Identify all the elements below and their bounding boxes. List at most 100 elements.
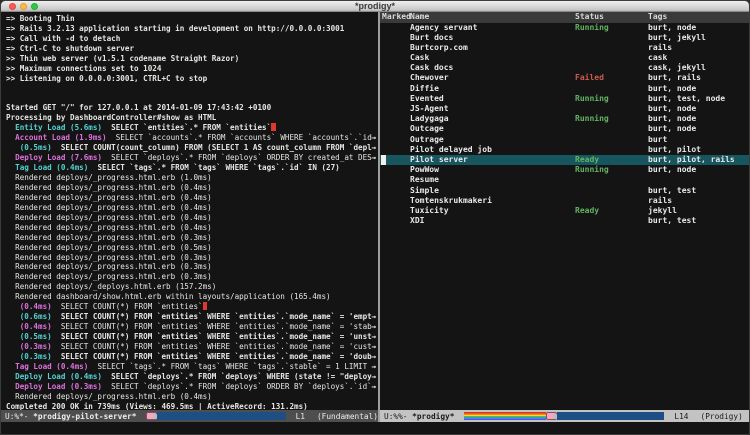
- modeline-flags: U:%*-: [5, 412, 33, 421]
- service-row[interactable]: Outcageburt, node: [380, 124, 749, 134]
- service-row[interactable]: Simple burt, test: [380, 186, 749, 196]
- service-row[interactable]: ChewoverFailedburt, rails: [380, 73, 749, 83]
- rails-log-buffer[interactable]: => Booting Thin=> Rails 3.2.13 applicati…: [1, 12, 378, 410]
- emacs-cursor: [381, 155, 386, 165]
- log-line: (0.4ms) SELECT COUNT(*) FROM `entities`: [6, 302, 378, 312]
- service-name: Tomtenskrukmakeri: [410, 196, 575, 206]
- log-text: Processing by DashboardController#show a…: [6, 113, 216, 122]
- header-marked: Marked: [382, 12, 410, 23]
- service-name: PowWow: [410, 165, 575, 175]
- right-modeline: U:%%- *prodigy* L14 (Prodigy): [380, 410, 749, 422]
- service-row[interactable]: EventedRunningburt, test, node: [380, 94, 749, 104]
- log-text: => Booting Thin: [6, 14, 75, 23]
- truncation-arrow-icon: →: [371, 312, 376, 322]
- log-text: SELECT `tags`.* FROM `tags` WHERE `tags`…: [88, 163, 339, 172]
- nyan-cat-icon: [546, 412, 557, 420]
- service-status: [575, 145, 648, 155]
- log-text: Account Load (1.9ms): [6, 133, 107, 142]
- service-row[interactable]: XDIburt, test: [380, 216, 749, 226]
- log-text: SELECT `deploys`.* FROM `deploys` ORDER …: [102, 382, 372, 391]
- truncation-arrow-icon: →: [371, 322, 376, 332]
- log-text: SELECT `accounts`.* FROM `accounts` WHER…: [107, 133, 372, 142]
- log-text: (0.5ms): [6, 332, 52, 341]
- log-text: SELECT `deploys`.* FROM `deploys` WHERE …: [102, 372, 372, 381]
- service-row[interactable]: Tomtenskrukmakerirails: [380, 196, 749, 206]
- prodigy-buffer[interactable]: Marked Name Status Tags Agency servantRu…: [380, 12, 749, 410]
- frame-split: => Booting Thin=> Rails 3.2.13 applicati…: [1, 12, 749, 422]
- service-name: Simple: [410, 186, 575, 196]
- service-tags: burt, test: [648, 216, 749, 226]
- log-text: Rendered deploys/_deploys.html.erb (157.…: [6, 282, 216, 291]
- log-text: Rendered deploys/_progress.html.erb (0.4…: [6, 183, 212, 192]
- log-line: (0.3ms) SELECT COUNT(*) FROM `entities` …: [6, 352, 378, 362]
- service-status: [575, 186, 648, 196]
- log-text: Rendered deploys/_progress.html.erb (0.4…: [6, 392, 212, 401]
- modeline-line-number: L1: [296, 412, 305, 421]
- service-name: Pilot delayed job: [410, 145, 575, 155]
- log-text: Rendered deploys/_progress.html.erb (0.4…: [6, 213, 212, 222]
- modeline-major-mode[interactable]: (Fundamental): [317, 412, 378, 421]
- truncation-arrow-icon: →: [371, 352, 376, 362]
- log-line: Rendered dashboard/show.html.erb within …: [6, 292, 378, 302]
- service-row[interactable]: Cask docscask, jekyll: [380, 63, 749, 73]
- service-row[interactable]: Outrageburt: [380, 135, 749, 145]
- service-row[interactable]: Burt docs burt, jekyll: [380, 33, 749, 43]
- nyan-trail: [157, 412, 285, 420]
- log-line: Rendered deploys/_progress.html.erb (0.4…: [6, 183, 378, 193]
- log-text: Rendered deploys/_progress.html.erb (0.3…: [6, 253, 212, 262]
- service-tags: burt, test, node: [648, 94, 749, 104]
- window-title: *prodigy*: [1, 1, 749, 12]
- log-text: => Call with -d to detach: [6, 34, 120, 43]
- log-line: [6, 94, 378, 104]
- truncation-arrow-icon: →: [371, 382, 376, 392]
- service-tags: burt, pilot: [648, 145, 749, 155]
- service-name: Burt docs: [410, 33, 575, 43]
- modeline-buffer-name[interactable]: *prodigy-pilot-server*: [33, 412, 136, 421]
- log-text: Rendered deploys/_progress.html.erb (0.4…: [6, 203, 212, 212]
- service-row[interactable]: TuxicityReadyjekyll: [380, 206, 749, 216]
- log-lines: => Booting Thin=> Rails 3.2.13 applicati…: [1, 12, 378, 410]
- service-status: [575, 175, 648, 185]
- service-row[interactable]: PowWowRunningburt, node: [380, 165, 749, 175]
- nyan-mode-bar: [464, 412, 664, 420]
- service-tags: burt, node: [648, 114, 749, 124]
- truncation-arrow-icon: →: [371, 372, 376, 382]
- service-row[interactable]: Burtcorp.comrails: [380, 43, 749, 53]
- service-row[interactable]: JS-Agentburt, node: [380, 104, 749, 114]
- service-status: [575, 135, 648, 145]
- service-tags: burt, jekyll: [648, 33, 749, 43]
- service-name: Evented: [410, 94, 575, 104]
- modeline-buffer-name[interactable]: *prodigy*: [412, 412, 454, 421]
- log-line: (0.3ms) SELECT COUNT(*) FROM `entities` …: [6, 342, 378, 352]
- log-line: Tag Load (0.4ms) SELECT `tags`.* FROM `t…: [6, 163, 378, 173]
- log-text: Rendered deploys/_progress.html.erb (0.3…: [6, 233, 212, 242]
- echo-area[interactable]: [1, 422, 749, 435]
- modeline-line-number: L14: [674, 412, 688, 421]
- log-line: => Booting Thin: [6, 14, 378, 24]
- truncation-arrow-icon: →: [371, 362, 376, 372]
- service-row[interactable]: Pilot delayed job burt, pilot: [380, 145, 749, 155]
- service-row[interactable]: Diffieburt, node: [380, 84, 749, 94]
- trailing-whitespace-marker: [271, 123, 276, 131]
- log-text: Tag Load (0.4ms): [6, 362, 88, 371]
- log-text: Deploy Load (7.6ms): [6, 153, 102, 162]
- service-tags: jekyll: [648, 206, 749, 216]
- service-row[interactable]: Pilot serverReadyburt, pilot, rails: [380, 155, 749, 165]
- log-text: (0.3ms): [6, 342, 52, 351]
- service-name: Agency servant: [410, 23, 575, 33]
- log-text: Tag Load (0.4ms): [6, 163, 88, 172]
- service-name: Pilot server: [410, 155, 575, 165]
- service-status: Running: [575, 114, 648, 124]
- log-line: Started GET "/" for 127.0.0.1 at 2014-01…: [6, 103, 378, 113]
- service-row[interactable]: LadygagaRunningburt, node: [380, 114, 749, 124]
- nyan-cat-icon: [146, 412, 157, 420]
- log-line: Rendered deploys/_progress.html.erb (0.4…: [6, 392, 378, 402]
- service-row[interactable]: Agency servantRunningburt, node: [380, 23, 749, 33]
- service-name: JS-Agent: [410, 104, 575, 114]
- service-row[interactable]: Resume: [380, 175, 749, 185]
- log-line: => Ctrl-C to shutdown server: [6, 44, 378, 54]
- service-tags: burt, test: [648, 186, 749, 196]
- log-text: Rendered deploys/_progress.html.erb (0.4…: [6, 223, 212, 232]
- service-row[interactable]: Caskcask: [380, 53, 749, 63]
- modeline-major-mode[interactable]: (Prodigy): [701, 412, 743, 421]
